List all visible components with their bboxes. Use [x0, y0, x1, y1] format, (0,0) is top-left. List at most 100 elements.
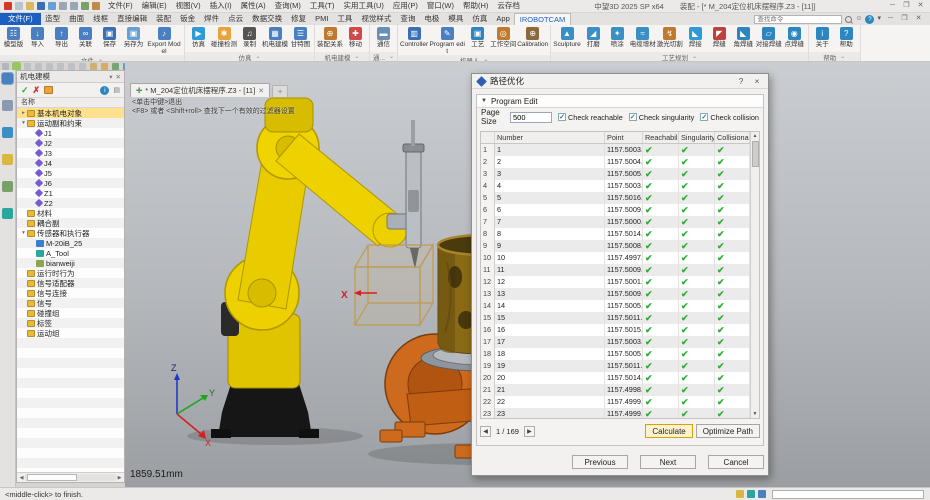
workspace-button[interactable]: ◎ 工作空间 [490, 26, 516, 48]
assembly-relation-button[interactable]: ⊕ 装配关系 [317, 26, 343, 48]
menu-item[interactable]: 实用工具(U) [340, 0, 388, 12]
table-row[interactable]: 22221157.4999...✔✔✔ [481, 396, 750, 408]
ribbon-options-caret-icon[interactable]: ▾ [877, 14, 881, 24]
apply-button[interactable]: ✓ [21, 84, 29, 97]
communication-button[interactable]: ▬ 通信 [372, 26, 395, 48]
laser-cut-button[interactable]: ↯ 激光切割 [657, 26, 683, 48]
group-dialog-launcher-icon[interactable]: ⌄ [354, 53, 359, 60]
panel-close-icon[interactable]: ✕ [116, 73, 121, 81]
collision-check-button[interactable]: ✱ 碰撞检测 [211, 26, 237, 48]
table-row[interactable]: 18181157.5005...✔✔✔ [481, 348, 750, 360]
scroll-right-icon[interactable]: ▶ [116, 475, 123, 481]
save-button[interactable]: ▣ 保存 [98, 26, 121, 48]
restore-icon[interactable]: ❐ [900, 0, 913, 12]
tree-item-Z2[interactable]: Z2 [17, 198, 124, 208]
simulate-button[interactable]: ▶ 仿真 [187, 26, 210, 48]
table-row[interactable]: 21211157.4998...✔✔✔ [481, 384, 750, 396]
ribbon-tab-查询[interactable]: 查询 [396, 13, 420, 25]
ribbon-tab-造型[interactable]: 造型 [41, 13, 65, 25]
next-button[interactable]: Next [640, 455, 696, 469]
new-file-icon[interactable] [15, 2, 23, 10]
panel-status-icon[interactable] [758, 490, 766, 498]
ribbon-tab-钣金[interactable]: 钣金 [176, 13, 200, 25]
mechatronics-button[interactable]: ▦ 机电建模 [262, 26, 288, 48]
help-button[interactable]: ? 帮助 [835, 26, 858, 48]
table-vertical-scrollbar[interactable]: ▲ ▼ [750, 132, 759, 418]
tree-item-基本机电对象[interactable]: ▸ 基本机电对象 [17, 108, 124, 118]
tree-item-M-20iB_25[interactable]: M-20iB_25 [17, 238, 124, 248]
table-row[interactable]: 441157.5003...✔✔✔ [481, 180, 750, 192]
tree-item-传感器和执行器[interactable]: ▾ 传感器和执行器 [17, 228, 124, 238]
redo-icon[interactable] [70, 2, 78, 10]
ribbon-tab-模具[interactable]: 模具 [444, 13, 468, 25]
menu-item[interactable]: 窗口(W) [423, 0, 458, 12]
pick-mode-button[interactable]: ▤ [113, 86, 120, 94]
tree-item-信号[interactable]: 信号 [17, 298, 124, 308]
undo-icon[interactable] [59, 2, 67, 10]
controller-button[interactable]: ▥ Controller [400, 26, 428, 48]
table-row[interactable]: 17171157.5003...✔✔✔ [481, 336, 750, 348]
save-all-icon[interactable] [48, 2, 56, 10]
tree-item-Z1[interactable]: Z1 [17, 188, 124, 198]
box-display-icon[interactable] [112, 62, 119, 70]
table-row[interactable]: 11111157.5009...✔✔✔ [481, 264, 750, 276]
tree-item-bianweiji[interactable]: bianweiji [17, 258, 124, 268]
page-size-input[interactable] [510, 111, 552, 123]
pin-3-icon[interactable] [68, 62, 75, 70]
group-dialog-launcher-icon[interactable]: ⌄ [692, 53, 697, 60]
menu-item[interactable]: 插入(I) [206, 0, 236, 12]
cable-additive-button[interactable]: ≈ 电缆增材 [630, 26, 656, 48]
tree-item-A_Tool[interactable]: A_Tool [17, 248, 124, 258]
feedback-smiley-icon[interactable]: ☺ [855, 14, 862, 24]
tree-item-运行时行为[interactable]: 运行时行为 [17, 268, 124, 278]
cancel-button[interactable]: ✗ [33, 84, 41, 97]
roles-panel-icon[interactable] [2, 127, 13, 138]
ribbon-tab-视觉样式[interactable]: 视觉样式 [357, 13, 396, 25]
table-row[interactable]: 10101157.4997...✔✔✔ [481, 252, 750, 264]
table-scrollbar-thumb[interactable] [751, 141, 759, 167]
ribbon-tab-直接编辑[interactable]: 直接编辑 [113, 13, 152, 25]
polish-button[interactable]: ◢ 打磨 [582, 26, 605, 48]
weld-seam-button[interactable]: ◤ 焊缝 [708, 26, 731, 48]
menu-item[interactable]: 编辑(E) [138, 0, 171, 12]
panel-minimize-icon[interactable]: ▾ [109, 73, 112, 81]
save-icon[interactable] [37, 2, 45, 10]
tree-item-信号适配器[interactable]: 信号适配器 [17, 278, 124, 288]
open-file-icon[interactable] [26, 2, 34, 10]
ribbon-tab-仿真[interactable]: 仿真 [468, 13, 492, 25]
sphere-display-icon[interactable] [101, 62, 108, 70]
tree-item-标签[interactable]: 标签 [17, 318, 124, 328]
fit-window-icon[interactable] [12, 61, 21, 71]
save-as-button[interactable]: ▣ 另存为 [122, 26, 145, 48]
ribbon-tab-修复[interactable]: 修复 [287, 13, 311, 25]
pin-4-icon[interactable] [79, 62, 86, 70]
tree-item-运动副和约束[interactable]: ▾ 运动副和约束 [17, 118, 124, 128]
tree-expander-icon[interactable]: ▾ [20, 120, 27, 126]
group-dialog-launcher-icon[interactable]: ⌄ [840, 53, 845, 60]
panel-horizontal-scrollbar[interactable]: ◀ ▶ [17, 472, 124, 482]
checkbox-check-singularity[interactable]: ✓ Check singularity [628, 113, 694, 122]
tree-item-J6[interactable]: J6 [17, 178, 124, 188]
align-horizontal-icon[interactable] [24, 62, 31, 70]
tab-close-icon[interactable]: ✕ [258, 87, 264, 95]
layer-status-icon[interactable] [736, 490, 744, 498]
table-row[interactable]: 16161157.5015...✔✔✔ [481, 324, 750, 336]
process-button[interactable]: ▣ 工艺 [466, 26, 489, 48]
tree-item-运动组[interactable]: 运动组 [17, 328, 124, 338]
spray-button[interactable]: ✦ 喷涂 [606, 26, 629, 48]
pin-2-icon[interactable] [57, 62, 64, 70]
close-icon[interactable]: ✕ [914, 0, 927, 12]
table-row[interactable]: 19 19 1157.5011... ✔ ✔ ✔ [481, 360, 750, 372]
tree-expander-icon[interactable]: ▾ [20, 230, 27, 236]
table-row[interactable]: 111157.5003...✔✔✔ [481, 144, 750, 156]
help-icon[interactable]: ? [865, 14, 875, 24]
ribbon-tab-数据交换[interactable]: 数据交换 [248, 13, 287, 25]
menu-item[interactable]: 云存档 [493, 0, 524, 12]
scrollbar-thumb[interactable] [27, 474, 78, 481]
model-tree-button[interactable]: ☷ 模型版 [2, 26, 25, 48]
table-row[interactable]: 661157.5009...✔✔✔ [481, 204, 750, 216]
align-vertical-icon[interactable] [35, 62, 42, 70]
table-row[interactable]: 881157.5014...✔✔✔ [481, 228, 750, 240]
dialog-close-button[interactable]: × [751, 76, 763, 86]
menu-item[interactable]: 查询(M) [271, 0, 305, 12]
